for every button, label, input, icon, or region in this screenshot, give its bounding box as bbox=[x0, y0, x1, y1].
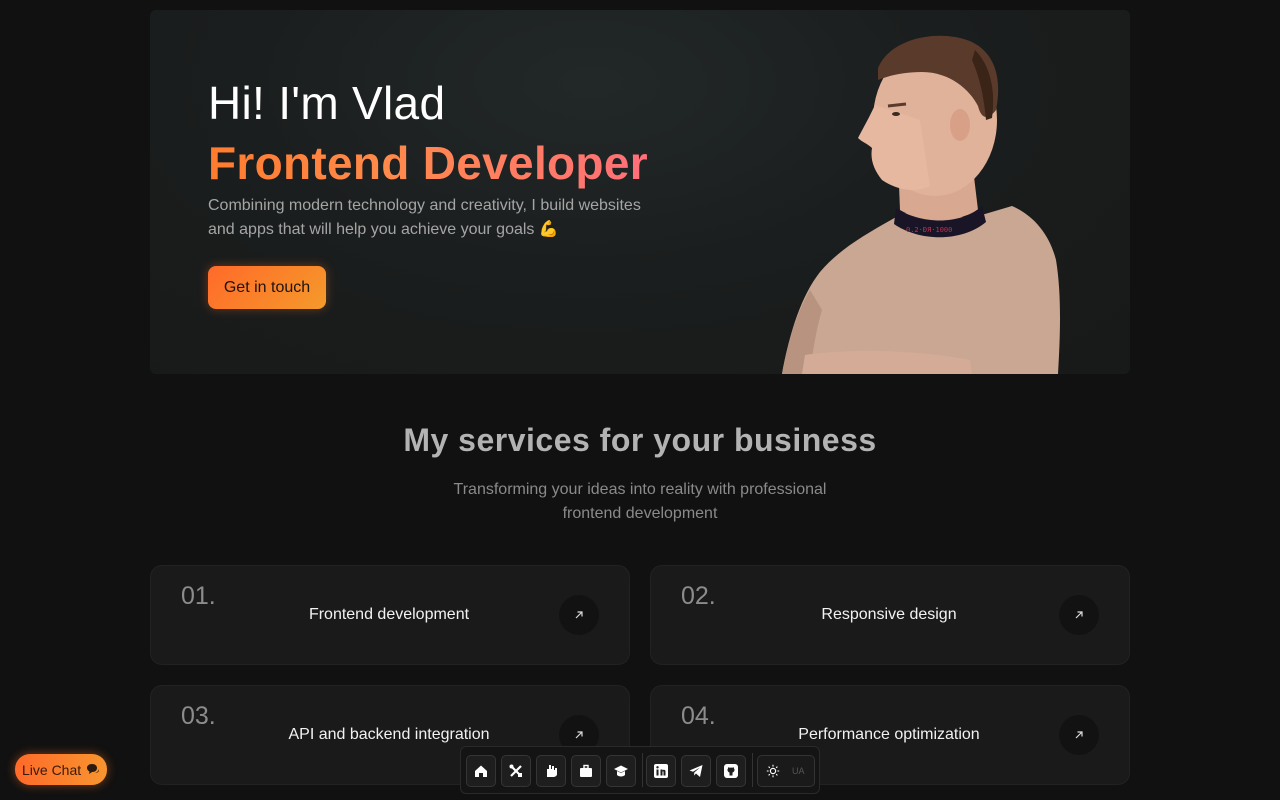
portrait-image: 0.2·ĐЯ·1000 bbox=[782, 35, 1060, 374]
hero-role: Frontend Developer bbox=[208, 137, 648, 189]
chat-bubbles-icon bbox=[86, 763, 100, 776]
language-toggle[interactable]: UA bbox=[792, 766, 805, 776]
graduation-cap-icon[interactable] bbox=[606, 755, 636, 787]
github-icon[interactable] bbox=[716, 755, 746, 787]
svg-text:0.2·ĐЯ·1000: 0.2·ĐЯ·1000 bbox=[906, 226, 952, 234]
briefcase-icon[interactable] bbox=[571, 755, 601, 787]
service-title: Responsive design bbox=[821, 606, 957, 623]
services-subtitle: Transforming your ideas into reality wit… bbox=[453, 481, 827, 522]
sun-icon[interactable] bbox=[766, 764, 780, 783]
service-card[interactable]: 02. Responsive design bbox=[650, 565, 1130, 665]
hero-greeting: Hi! I'm Vlad bbox=[208, 77, 446, 129]
bottom-dock: UA bbox=[460, 746, 820, 794]
services-title: My services for your business bbox=[403, 422, 877, 458]
hero-section: Hi! I'm Vlad Frontend Developer Combinin… bbox=[150, 10, 1130, 374]
service-card[interactable]: 01. Frontend development bbox=[150, 565, 630, 665]
linkedin-icon[interactable] bbox=[646, 755, 676, 787]
get-in-touch-button[interactable]: Get in touch bbox=[208, 266, 326, 309]
arrow-up-right-icon[interactable] bbox=[1059, 595, 1099, 635]
arrow-up-right-icon[interactable] bbox=[559, 595, 599, 635]
theme-language-group: UA bbox=[757, 755, 815, 787]
live-chat-button[interactable]: Live Chat bbox=[15, 754, 107, 785]
arrow-up-right-icon[interactable] bbox=[1059, 715, 1099, 755]
live-chat-label: Live Chat bbox=[22, 761, 82, 778]
service-title: Frontend development bbox=[308, 606, 470, 623]
home-icon[interactable] bbox=[466, 755, 496, 787]
telegram-icon[interactable] bbox=[681, 755, 711, 787]
tools-icon[interactable] bbox=[501, 755, 531, 787]
hand-icon[interactable] bbox=[536, 755, 566, 787]
service-title: Performance optimization bbox=[798, 726, 980, 743]
hero-description: Combining modern technology and creativi… bbox=[208, 197, 641, 238]
service-title: API and backend integration bbox=[288, 726, 490, 743]
